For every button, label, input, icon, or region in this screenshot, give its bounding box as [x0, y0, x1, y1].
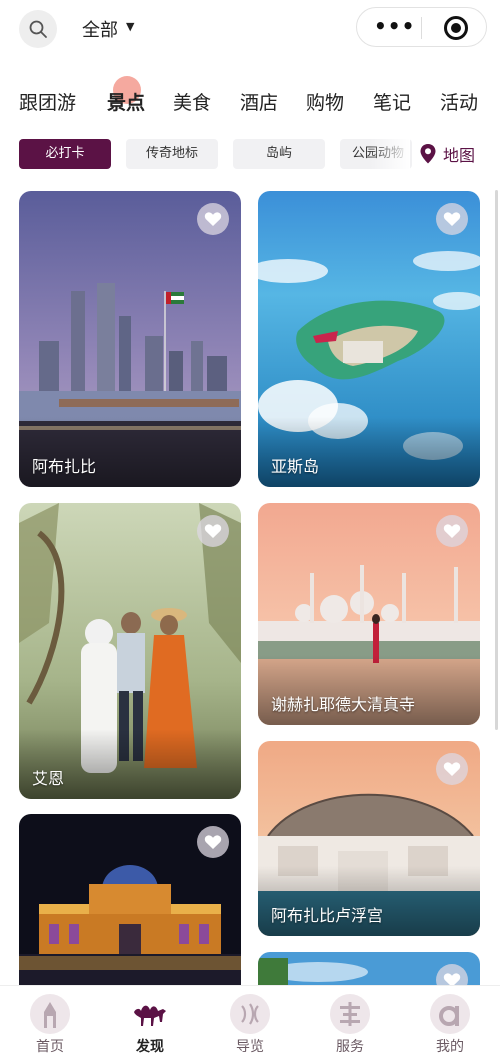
chip-must-visit[interactable]: 必打卡: [19, 139, 111, 169]
more-menu-button[interactable]: •••: [374, 15, 415, 37]
card-title: 亚斯岛: [271, 457, 320, 476]
search-icon: [29, 20, 47, 38]
chips-fade: [370, 139, 410, 171]
nav-discover[interactable]: 发现: [100, 986, 200, 1057]
favorite-button[interactable]: [436, 515, 468, 547]
card-title: 阿布扎比卢浮宫: [271, 906, 384, 925]
favorite-button[interactable]: [436, 753, 468, 785]
home-icon: [30, 994, 70, 1034]
tab-events[interactable]: 活动: [440, 88, 478, 115]
tab-group-tour[interactable]: 跟团游: [19, 88, 76, 115]
chevron-down-icon[interactable]: ▼: [126, 20, 134, 33]
card-title: 艾恩: [32, 769, 65, 788]
favorite-button[interactable]: [197, 826, 229, 858]
scrollbar[interactable]: [495, 190, 498, 730]
heart-icon: [443, 212, 461, 226]
nav-guide[interactable]: 导览: [200, 986, 300, 1057]
nav-label: 我的: [436, 1039, 464, 1055]
nav-label: 首页: [36, 1039, 64, 1055]
camel-icon: [130, 994, 170, 1034]
map-pin-icon: [420, 144, 436, 164]
map-button-label: 地图: [443, 146, 476, 165]
map-button[interactable]: 地图: [419, 139, 475, 169]
close-miniprogram-icon[interactable]: [444, 16, 468, 40]
category-tabs: 跟团游 景点 美食 酒店 购物 笔记 活动: [0, 80, 500, 124]
heart-icon: [443, 524, 461, 538]
tab-attractions[interactable]: 景点: [107, 88, 145, 115]
favorite-button[interactable]: [436, 203, 468, 235]
chip-islands[interactable]: 岛屿: [233, 139, 325, 169]
filter-chips: 必打卡 传奇地标 岛屿 公园动物 地图: [0, 139, 500, 171]
service-icon: [330, 994, 370, 1034]
favorite-button[interactable]: [197, 203, 229, 235]
nav-label: 导览: [236, 1039, 264, 1055]
nav-service[interactable]: 服务: [300, 986, 400, 1057]
favorite-button[interactable]: [197, 515, 229, 547]
search-button[interactable]: [19, 10, 57, 48]
top-bar: 全部 ▼ •••: [0, 0, 500, 62]
tab-notes[interactable]: 笔记: [373, 88, 411, 115]
capsule-divider: [421, 17, 422, 39]
nav-label: 发现: [136, 1039, 164, 1055]
card-yas-island[interactable]: 亚斯岛: [258, 191, 480, 487]
tab-hotels[interactable]: 酒店: [240, 88, 278, 115]
card-al-ain[interactable]: 艾恩: [19, 503, 241, 799]
tab-food[interactable]: 美食: [173, 88, 211, 115]
scope-selector[interactable]: 全部: [82, 16, 118, 42]
nav-label: 服务: [336, 1039, 364, 1055]
bottom-nav: 首页 发现 导览 服务 我的: [0, 985, 500, 1057]
card-title: 谢赫扎耶德大清真寺: [271, 695, 416, 714]
card-louvre-abu-dhabi[interactable]: 阿布扎比卢浮宫: [258, 741, 480, 936]
card-palace[interactable]: [19, 814, 241, 1004]
heart-icon: [204, 212, 222, 226]
nav-profile[interactable]: 我的: [400, 986, 500, 1057]
nav-home[interactable]: 首页: [0, 986, 100, 1057]
card-title: 阿布扎比: [32, 457, 97, 476]
chip-landmarks[interactable]: 传奇地标: [126, 139, 218, 169]
card-grand-mosque[interactable]: 谢赫扎耶德大清真寺: [258, 503, 480, 725]
profile-icon: [430, 994, 470, 1034]
tab-shopping[interactable]: 购物: [306, 88, 344, 115]
heart-icon: [204, 524, 222, 538]
guide-icon: [230, 994, 270, 1034]
heart-icon: [443, 762, 461, 776]
card-abu-dhabi[interactable]: 阿布扎比: [19, 191, 241, 487]
miniprogram-capsule: •••: [356, 7, 487, 47]
heart-icon: [204, 835, 222, 849]
